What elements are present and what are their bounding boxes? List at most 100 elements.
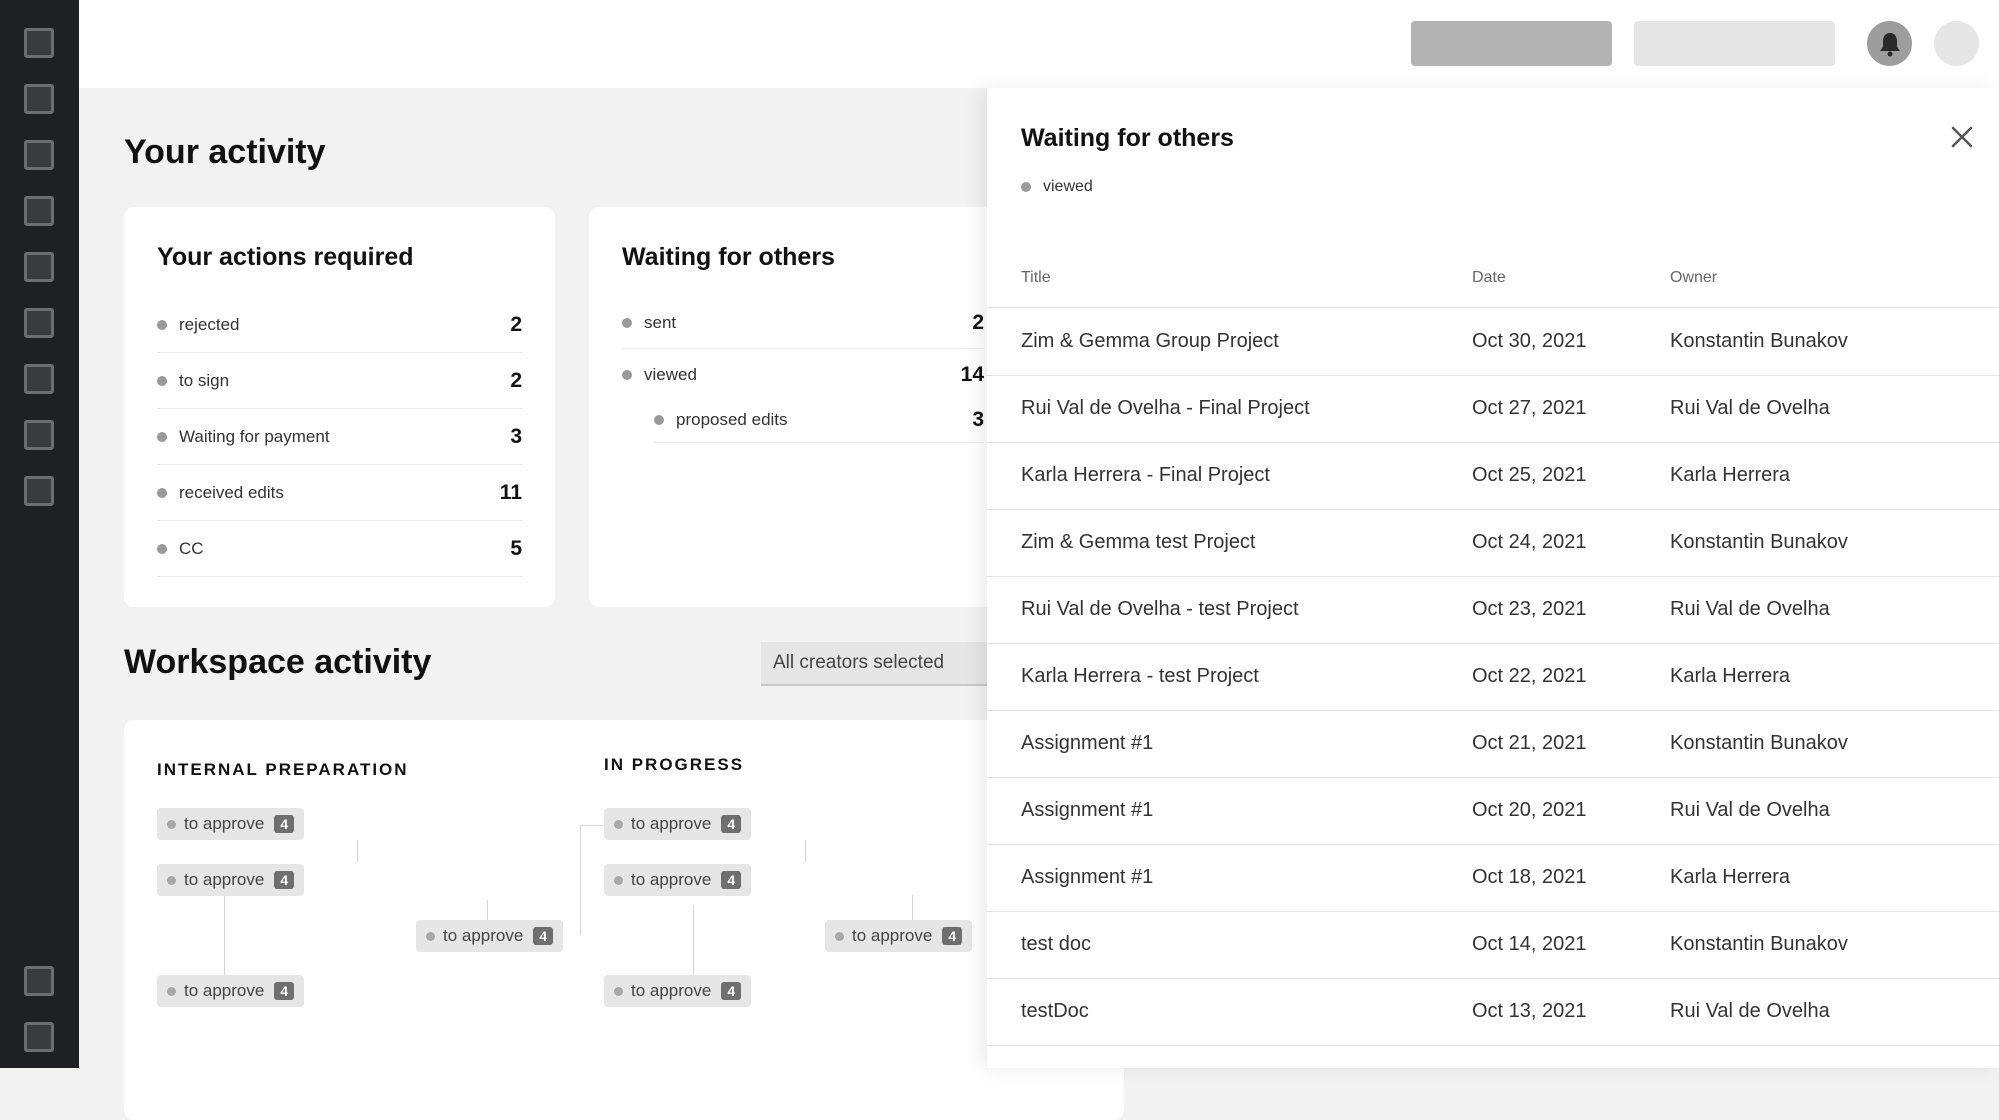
- row-owner: Karla Herrera: [1670, 1045, 1790, 1068]
- connector-line: [805, 840, 806, 862]
- table-row[interactable]: test doc Oct 12, 2021 Karla Herrera: [987, 1045, 1999, 1068]
- row-owner: Konstantin Bunakov: [1670, 732, 1848, 754]
- list-item[interactable]: viewed 14: [622, 349, 984, 401]
- row-owner: Rui Val de Ovelha: [1670, 397, 1830, 419]
- status-dot: [167, 819, 176, 829]
- row-title: Rui Val de Ovelha - Final Project: [1021, 397, 1310, 419]
- primary-action-button[interactable]: [1411, 21, 1612, 66]
- status-dot: [614, 986, 623, 996]
- connector-line: [357, 840, 358, 862]
- waiting-card-title: Waiting for others: [622, 243, 835, 271]
- count-badge: 4: [721, 982, 742, 1000]
- stage-chip[interactable]: to approve 4: [825, 920, 973, 952]
- stage-chip[interactable]: to approve 4: [604, 864, 752, 896]
- column-header-title[interactable]: Title: [1021, 248, 1051, 307]
- row-title: testDoc: [1021, 1000, 1089, 1022]
- table-header: Title Date Owner: [987, 248, 1999, 308]
- item-count: 11: [499, 480, 522, 504]
- nav-icon-8[interactable]: [24, 420, 54, 450]
- item-count: 5: [510, 536, 522, 560]
- list-item[interactable]: Waiting for payment 3: [157, 409, 522, 465]
- status-dot: [622, 370, 632, 380]
- table-row[interactable]: Assignment #1 Oct 21, 2021 Konstantin Buna…: [987, 710, 1999, 778]
- chip-label: to approve: [631, 981, 712, 1000]
- column-header-date[interactable]: Date: [1472, 248, 1506, 307]
- column-header-owner[interactable]: Owner: [1670, 248, 1717, 307]
- bell-icon: [1879, 32, 1900, 56]
- avatar[interactable]: [1934, 21, 1979, 66]
- sidebar: [0, 0, 79, 1068]
- list-item[interactable]: to sign 2: [157, 353, 522, 409]
- status-dot: [157, 487, 167, 498]
- nav-icon-3[interactable]: [24, 140, 54, 170]
- row-title: Assignment #1: [1021, 799, 1154, 821]
- table-row[interactable]: Rui Val de Ovelha - test Project Oct 23, …: [987, 576, 1999, 644]
- table-row[interactable]: testDoc Oct 13, 2021 Rui Val de Ovelha: [987, 978, 1999, 1046]
- list-item[interactable]: sent 2: [622, 297, 984, 349]
- row-owner: Rui Val de Ovelha: [1670, 598, 1830, 620]
- nav-icon-4[interactable]: [24, 196, 54, 226]
- item-count: 2: [972, 310, 984, 334]
- table-row[interactable]: test doc Oct 14, 2021 Konstantin Bunakov: [987, 911, 1999, 979]
- nav-icon-7[interactable]: [24, 364, 54, 394]
- table-row[interactable]: Karla Herrera - test Project Oct 22, 2021…: [987, 643, 1999, 711]
- nav-icon-1[interactable]: [24, 28, 54, 58]
- nav-icon-9[interactable]: [24, 476, 54, 506]
- count-badge: 4: [533, 927, 554, 945]
- row-date: Oct 21, 2021: [1472, 732, 1587, 754]
- item-label: Waiting for payment: [179, 426, 330, 446]
- nav-icon-6[interactable]: [24, 308, 54, 338]
- nav-icon-5[interactable]: [24, 252, 54, 282]
- row-date: Oct 18, 2021: [1472, 866, 1587, 888]
- stage-chip[interactable]: to approve 4: [157, 864, 305, 896]
- table-row[interactable]: Zim & Gemma Group Project Oct 30, 2021 Kon…: [987, 308, 1999, 376]
- chip-label: to approve: [631, 814, 712, 833]
- notifications-button[interactable]: [1867, 21, 1912, 66]
- status-dot: [654, 414, 664, 425]
- row-date: Oct 25, 2021: [1472, 464, 1587, 486]
- row-date: Oct 22, 2021: [1472, 665, 1587, 687]
- row-date: Oct 12, 2021: [1472, 1045, 1587, 1068]
- table-row[interactable]: Assignment #1 Oct 18, 2021 Karla Herrera: [987, 844, 1999, 912]
- list-item[interactable]: rejected 2: [157, 297, 522, 353]
- row-title: Karla Herrera - test Project: [1021, 665, 1259, 687]
- connector-line: [224, 895, 225, 975]
- workspace-activity-title: Workspace activity: [124, 643, 432, 681]
- table-row[interactable]: Rui Val de Ovelha - Final Project Oct 27,…: [987, 375, 1999, 443]
- table-row[interactable]: Zim & Gemma test Project Oct 24, 2021 Kons…: [987, 509, 1999, 577]
- list-item[interactable]: CC 5: [157, 521, 522, 577]
- chip-label: to approve: [631, 870, 712, 889]
- nav-icon-10[interactable]: [24, 966, 54, 996]
- secondary-action-button[interactable]: [1634, 21, 1835, 66]
- nav-icon-2[interactable]: [24, 84, 54, 114]
- row-title: test doc: [1021, 1045, 1091, 1068]
- table-row[interactable]: Karla Herrera - Final Project Oct 25, 202…: [987, 442, 1999, 510]
- row-owner: Rui Val de Ovelha: [1670, 799, 1830, 821]
- list-item[interactable]: proposed edits 3: [654, 397, 984, 443]
- row-title: Assignment #1: [1021, 866, 1154, 888]
- item-label: proposed edits: [676, 409, 788, 429]
- nav-icon-11[interactable]: [24, 1022, 54, 1052]
- stage-chip[interactable]: to approve 4: [604, 808, 752, 840]
- panel-filter-tag: viewed: [1021, 178, 1093, 196]
- row-owner: Rui Val de Ovelha: [1670, 1000, 1830, 1022]
- status-dot: [157, 319, 167, 330]
- stage-chip[interactable]: to approve 4: [604, 975, 752, 1007]
- count-badge: 4: [274, 815, 295, 833]
- creators-dropdown[interactable]: All creators selected: [761, 642, 1001, 686]
- close-icon[interactable]: [1949, 124, 1975, 150]
- status-dot: [157, 431, 167, 442]
- item-count: 3: [972, 407, 984, 431]
- count-badge: 4: [942, 927, 963, 945]
- count-badge: 4: [721, 871, 742, 889]
- row-title: Karla Herrera - Final Project: [1021, 464, 1270, 486]
- actions-required-title: Your actions required: [157, 243, 414, 271]
- stage-chip[interactable]: to approve 4: [157, 808, 305, 840]
- panel-title: Waiting for others: [1021, 124, 1234, 152]
- stage-chip[interactable]: to approve 4: [157, 975, 305, 1007]
- table-row[interactable]: Assignment #1 Oct 20, 2021 Rui Val de Ovel…: [987, 777, 1999, 845]
- row-date: Oct 23, 2021: [1472, 598, 1587, 620]
- count-badge: 4: [721, 815, 742, 833]
- list-item[interactable]: received edits 11: [157, 465, 522, 521]
- stage-chip[interactable]: to approve 4: [416, 920, 564, 952]
